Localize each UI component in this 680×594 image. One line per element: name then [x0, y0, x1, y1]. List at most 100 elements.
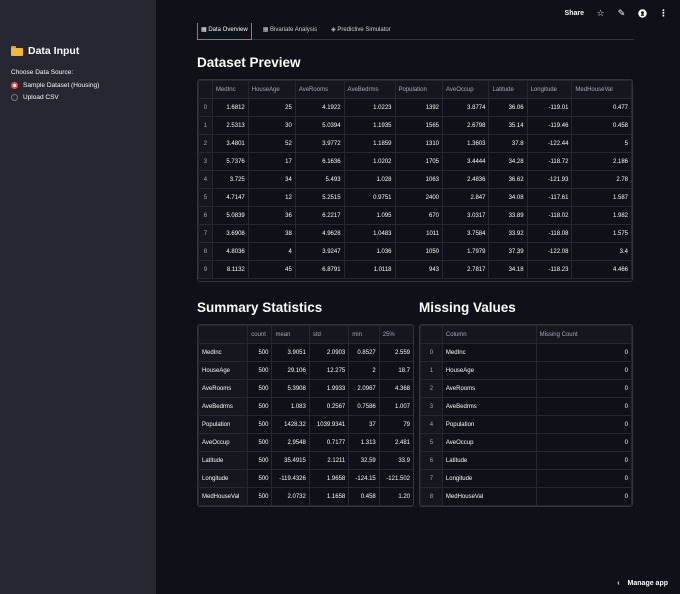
table-cell: 35.14 — [488, 116, 528, 135]
table-cell: 4 — [198, 170, 213, 189]
share-button[interactable]: Share — [565, 10, 584, 17]
table-cell: 29.106 — [271, 361, 310, 380]
github-icon[interactable] — [638, 9, 647, 18]
top-toolbar: Share ☆ ✎ ⋮ — [565, 8, 668, 18]
column-header[interactable]: count — [247, 325, 273, 344]
column-header[interactable]: Latitude — [488, 80, 528, 99]
table-cell: 0.8527 — [348, 343, 380, 362]
column-header[interactable]: MedHouseVal — [571, 80, 632, 99]
table-cell: AveRooms — [441, 379, 537, 398]
more-menu-icon[interactable]: ⋮ — [659, 8, 668, 18]
table-cell: 0 — [420, 343, 443, 362]
radio-unselected-icon[interactable] — [11, 94, 18, 101]
table-cell: -122.08 — [526, 242, 573, 261]
table-cell: 33.89 — [488, 206, 528, 225]
dataset-preview-table[interactable]: MedInc HouseAge AveRooms AveBedrms Populatio… — [197, 79, 633, 282]
table-cell: 0 — [535, 361, 633, 380]
table-cell: 500 — [247, 451, 273, 470]
table-row: Longitude 500 -119.4326 1.9658 -124.15 -121.5… — [198, 469, 413, 488]
table-cell: 5.3908 — [271, 379, 310, 398]
column-header[interactable]: Longitude — [526, 80, 573, 99]
column-header[interactable] — [198, 80, 213, 99]
column-header[interactable]: 25% — [378, 325, 413, 344]
table-cell: 4.368 — [378, 379, 413, 398]
edit-icon[interactable]: ✎ — [617, 8, 626, 18]
column-header[interactable]: Missing Count — [535, 325, 633, 344]
table-cell: 12 — [247, 188, 296, 207]
table-cell: 1565 — [394, 116, 444, 135]
table-cell: 1.587 — [571, 188, 632, 207]
table-cell: 2.0732 — [271, 487, 310, 506]
table-cell: 0 — [535, 469, 633, 488]
star-icon[interactable]: ☆ — [596, 8, 605, 18]
tab-bivariate-analysis[interactable]: ▦ Bivariate Analysis — [260, 23, 320, 40]
table-row: MedInc 500 3.9051 2.0903 0.8527 2.559 — [198, 343, 413, 362]
table-cell: 45 — [247, 260, 296, 279]
header-row: Column Missing Count — [420, 325, 633, 344]
column-header[interactable]: Column — [441, 325, 537, 344]
table-row: AveRooms 500 5.3908 1.9933 2.0967 4.368 — [198, 379, 413, 398]
dataset-preview-title: Dataset Preview — [197, 55, 301, 70]
table-cell: 1.6812 — [211, 98, 249, 117]
radio-sample-dataset[interactable]: Sample Dataset (Housing) — [11, 82, 99, 89]
table-cell: -118.08 — [526, 224, 573, 243]
table-cell: 0.9751 — [343, 188, 396, 207]
column-header[interactable]: min — [348, 325, 380, 344]
column-header[interactable]: Population — [394, 80, 444, 99]
column-header[interactable]: AveBedrms — [343, 80, 396, 99]
table-cell: MedHouseVal — [441, 487, 537, 506]
table-cell: -119.01 — [526, 98, 573, 117]
table-cell: 1.3603 — [442, 134, 490, 153]
summary-statistics-table[interactable]: count mean std min 25% MedInc 500 3.9051 2.0903 0… — [197, 324, 414, 507]
radio-upload-csv[interactable]: Upload CSV — [11, 94, 59, 101]
table-row: 8 4.8036 4 3.9247 1.036 1050 1.7979 37.39 -122.0… — [198, 242, 632, 261]
table-cell: 2.847 — [442, 188, 490, 207]
tab-predictive-simulator[interactable]: ◈ Predictive Simulator — [328, 23, 394, 40]
radio-selected-icon[interactable] — [11, 82, 18, 89]
table-cell: Latitude — [198, 451, 249, 470]
table-cell: 2.7817 — [442, 260, 490, 279]
table-cell: 6.2217 — [294, 206, 345, 225]
table-cell: 8 — [198, 242, 213, 261]
column-header[interactable]: MedInc — [211, 80, 249, 99]
tab-data-overview[interactable]: ▦ Data Overview — [197, 23, 252, 40]
table-row: 7 3.6908 38 4.9628 1.0483 1011 3.7584 33.92 -118… — [198, 224, 632, 243]
table-cell: 2.481 — [378, 433, 413, 452]
table-cell: 7 — [198, 224, 213, 243]
column-header[interactable]: mean — [271, 325, 310, 344]
table-cell: 1.1935 — [343, 116, 396, 135]
radio-label[interactable]: Upload CSV — [23, 94, 59, 101]
table-cell: 34.08 — [488, 188, 528, 207]
table-cell: 3.4444 — [442, 152, 490, 171]
table-cell: 1.9658 — [308, 469, 350, 488]
table-row: 0 MedInc 0 — [420, 343, 633, 362]
tab-bar: ▦ Data Overview ▦ Bivariate Analysis ◈ P… — [197, 23, 634, 40]
table-cell: 1392 — [394, 98, 444, 117]
table-cell: -122.44 — [526, 134, 573, 153]
missing-values-table[interactable]: Column Missing Count 0 MedInc 0 1 HouseAge 0 2 Av… — [419, 324, 633, 507]
table-cell: 2.6798 — [442, 116, 490, 135]
column-header[interactable]: AveRooms — [294, 80, 345, 99]
table-cell: 9 — [198, 260, 213, 279]
column-header[interactable]: HouseAge — [247, 80, 296, 99]
table-cell: 8 — [420, 487, 443, 506]
table-cell: Longitude — [198, 469, 249, 488]
column-header[interactable]: std — [308, 325, 350, 344]
table-cell: 1.575 — [571, 224, 632, 243]
column-header[interactable]: AveOccup — [442, 80, 490, 99]
radio-label[interactable]: Sample Dataset (Housing) — [23, 82, 99, 89]
column-header[interactable] — [198, 325, 249, 344]
column-header[interactable] — [420, 325, 443, 344]
table-cell: 6 — [198, 206, 213, 225]
table-cell: 4 — [247, 242, 296, 261]
table-cell: 6 — [420, 451, 443, 470]
table-cell: 4.1922 — [294, 98, 345, 117]
table-cell: -121.93 — [526, 170, 573, 189]
manage-app-button[interactable]: ‹ Manage app — [617, 580, 668, 587]
chevron-left-icon[interactable]: ‹ — [617, 580, 619, 587]
table-cell: 3.6908 — [211, 224, 249, 243]
table-row: 5 4.7147 12 5.2515 0.9751 2400 2.847 34.08 -117.… — [198, 188, 632, 207]
table-cell: 5.0839 — [211, 206, 249, 225]
table-cell: 1.7979 — [442, 242, 490, 261]
header-row: count mean std min 25% — [198, 325, 413, 344]
